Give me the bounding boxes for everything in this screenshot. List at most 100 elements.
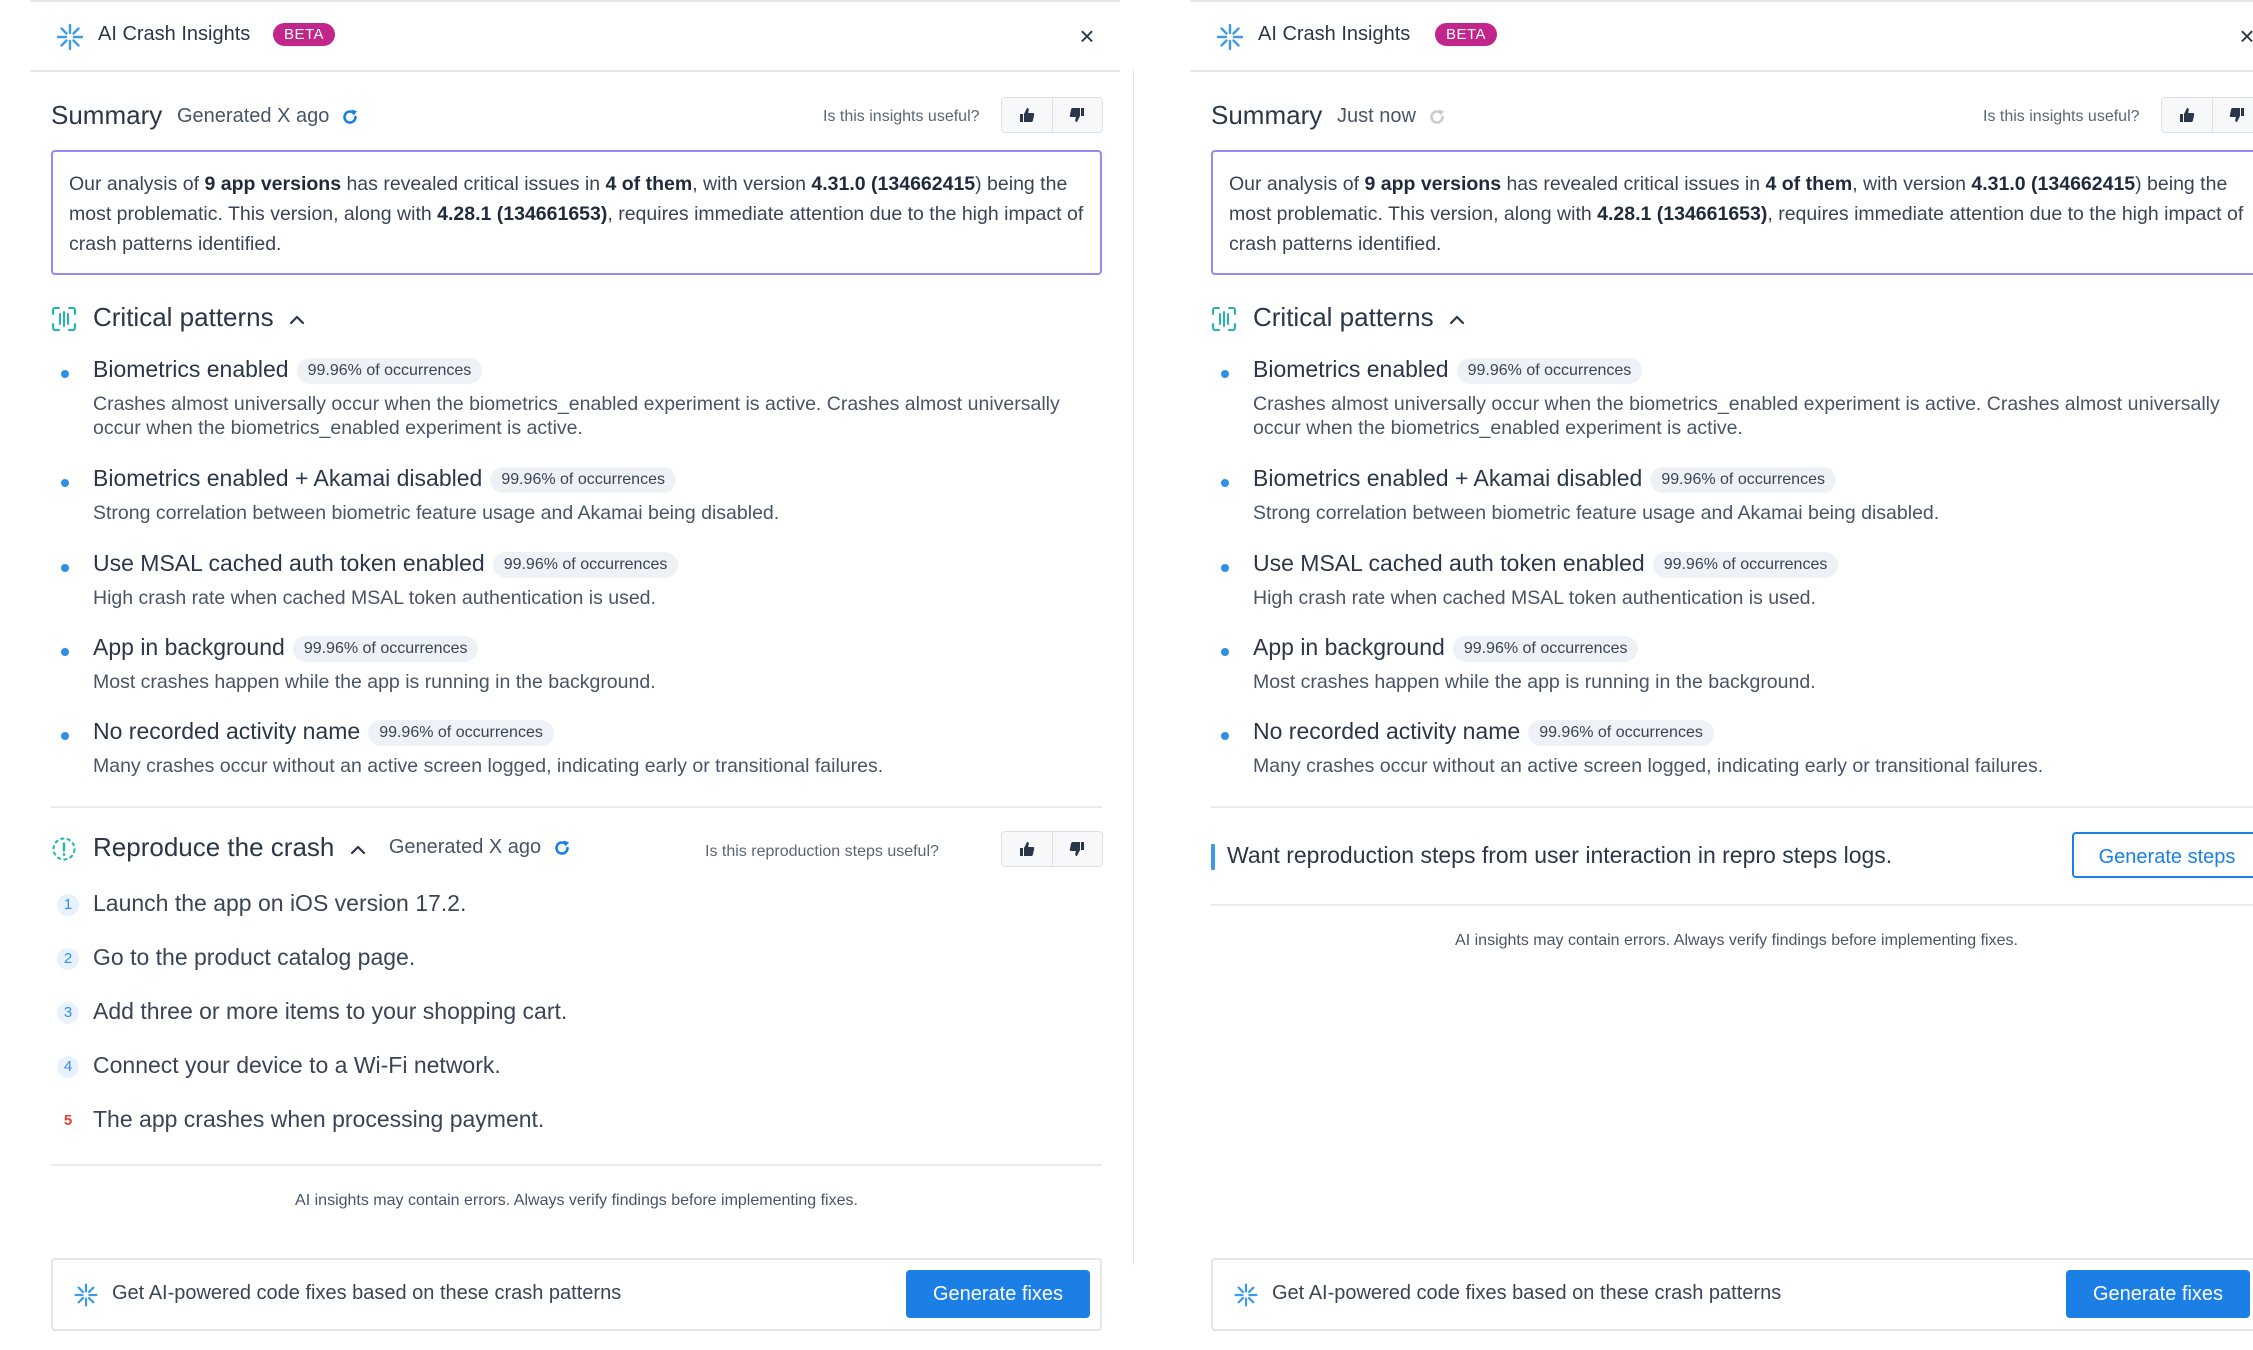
step-text: Go to the product catalog page. xyxy=(93,944,416,970)
thumbs-up-button[interactable] xyxy=(1002,98,1052,132)
pattern-item: App in background 99.96% of occurrences M… xyxy=(1211,634,2240,694)
step-number: 3 xyxy=(57,1002,79,1024)
pattern-item: No recorded activity name 99.96% of occur… xyxy=(1211,718,2240,778)
repro-useful-question: Is this reproduction steps useful? xyxy=(705,843,939,860)
chevron-up-icon xyxy=(1449,315,1464,325)
bullet-dot xyxy=(61,370,69,378)
pattern-description: Most crashes happen while the app is run… xyxy=(1253,671,1816,693)
pattern-description: Many crashes occur without an active scr… xyxy=(1253,755,2044,777)
pattern-description: Many crashes occur without an active scr… xyxy=(93,755,884,777)
refresh-icon[interactable] xyxy=(553,839,571,857)
insights-panel-right: AI Crash Insights BETA × Summary Just no… xyxy=(1190,0,2253,1350)
summary-text: has revealed critical issues in xyxy=(1501,173,1766,195)
occurrence-pill: 99.96% of occurrences xyxy=(1650,467,1836,493)
refresh-icon[interactable] xyxy=(341,108,359,126)
thumbs-up-icon xyxy=(1019,842,1034,856)
pattern-title: Biometrics enabled + Akamai disabled 99.9… xyxy=(1253,465,1836,493)
close-button[interactable]: × xyxy=(2232,21,2253,51)
code-fix-text: Get AI-powered code fixes based on these… xyxy=(112,1282,622,1304)
step-text: Add three or more items to your shopping… xyxy=(93,998,568,1024)
pattern-item: Biometrics enabled 99.96% of occurrences … xyxy=(1211,356,2240,446)
pattern-item: Biometrics enabled + Akamai disabled 99.9… xyxy=(1211,465,2240,525)
bullet-dot xyxy=(61,648,69,656)
ai-disclaimer: AI insights may contain errors. Always v… xyxy=(295,1192,858,1209)
section-divider xyxy=(51,806,1102,808)
pattern-description: High crash rate when cached MSAL token a… xyxy=(1253,587,1816,609)
thumbs-down-button[interactable] xyxy=(2211,98,2253,132)
occurrence-pill: 99.96% of occurrences xyxy=(368,720,554,746)
generate-steps-button[interactable]: Generate steps xyxy=(2072,832,2253,878)
bullet-dot xyxy=(1221,732,1229,740)
summary-text-box: Our analysis of 9 app versions has revea… xyxy=(51,150,1102,275)
pattern-description: Most crashes happen while the app is run… xyxy=(93,671,656,693)
summary-header: Summary Generated X ago Is this insights… xyxy=(51,97,1103,140)
insights-useful-question: Is this insights useful? xyxy=(1983,108,2140,125)
sparkle-icon xyxy=(74,1283,98,1307)
pattern-item: App in background 99.96% of occurrences M… xyxy=(51,634,1080,694)
want-steps-row: Want reproduction steps from user intera… xyxy=(1211,830,2253,882)
code-fix-text: Get AI-powered code fixes based on these… xyxy=(1272,1282,1782,1304)
beta-badge: BETA xyxy=(1435,23,1498,46)
critical-patterns-title: Critical patterns xyxy=(93,302,305,333)
step-text: The app crashes when processing payment. xyxy=(93,1106,545,1132)
bullet-dot xyxy=(1221,479,1229,487)
pattern-description: Crashes almost universally occur when th… xyxy=(1253,393,2220,439)
generate-fixes-button[interactable]: Generate fixes xyxy=(2066,1270,2250,1318)
panel-title: AI Crash Insights xyxy=(98,23,251,45)
close-button[interactable]: × xyxy=(1072,21,1102,51)
thumbs-up-button[interactable] xyxy=(2162,98,2212,132)
summary-text-bold: 4.28.1 (134661653) xyxy=(437,203,608,225)
accent-bar xyxy=(1211,844,1215,870)
thumbs-down-icon xyxy=(2230,108,2245,122)
insights-panel-left: AI Crash Insights BETA × Summary Generat… xyxy=(30,0,1120,1350)
pattern-title: No recorded activity name 99.96% of occur… xyxy=(1253,718,1714,746)
summary-text: has revealed critical issues in xyxy=(341,173,606,195)
summary-generated: Just now xyxy=(1337,105,1446,128)
section-divider xyxy=(1211,904,2253,906)
thumbs-up-icon xyxy=(1019,108,1034,122)
refresh-icon xyxy=(1429,109,1444,124)
repro-generated: Generated X ago xyxy=(389,836,571,858)
thumbs-up-button[interactable] xyxy=(1002,832,1052,866)
pattern-item: Biometrics enabled 99.96% of occurrences … xyxy=(51,356,1080,446)
info-alert-icon xyxy=(52,837,76,861)
pattern-item: Use MSAL cached auth token enabled 99.96%… xyxy=(1211,550,2240,610)
sparkle-logo-icon xyxy=(56,23,84,51)
step-number: 5 xyxy=(63,1112,73,1129)
summary-text-bold: 4 of them xyxy=(605,173,693,195)
pattern-title: Biometrics enabled 99.96% of occurrences xyxy=(1253,356,1643,384)
summary-title: Summary xyxy=(1211,100,1323,130)
generate-fixes-button[interactable]: Generate fixes xyxy=(906,1270,1090,1318)
thumbs-down-button[interactable] xyxy=(1051,98,1103,132)
summary-text-bold: 4.31.0 (134662415 xyxy=(1971,173,2136,195)
panel-header: AI Crash Insights BETA × xyxy=(30,2,1120,72)
thumbs-down-icon xyxy=(1070,108,1085,122)
pattern-description: High crash rate when cached MSAL token a… xyxy=(93,587,656,609)
step-number: 1 xyxy=(57,894,79,916)
step-number: 2 xyxy=(57,948,79,970)
section-divider xyxy=(51,1164,1102,1166)
sparkle-logo-icon xyxy=(1216,23,1244,51)
occurrence-pill: 99.96% of occurrences xyxy=(296,358,483,384)
thumbs-down-button[interactable] xyxy=(1051,832,1103,866)
summary-text-bold: 4 of them xyxy=(1765,173,1853,195)
panel-title: AI Crash Insights xyxy=(1258,23,1411,45)
bullet-dot xyxy=(61,564,69,572)
bullet-dot xyxy=(61,479,69,487)
code-fix-bar: Get AI-powered code fixes based on these… xyxy=(51,1258,1102,1331)
summary-header: Summary Just now Is this insights useful… xyxy=(1211,97,2253,140)
summary-title: Summary xyxy=(51,100,163,130)
summary-text-bold: 9 app versions xyxy=(204,173,342,195)
pattern-scan-icon xyxy=(52,307,76,331)
insights-useful-question: Is this insights useful? xyxy=(823,108,980,125)
pattern-title: Biometrics enabled 99.96% of occurrences xyxy=(93,356,483,384)
reproduce-crash-header[interactable]: Reproduce the crash Generated X ago xyxy=(51,830,1102,870)
step-text: Connect your device to a Wi-Fi network. xyxy=(93,1052,501,1078)
summary-text: , with version xyxy=(692,173,812,195)
critical-patterns-title: Critical patterns xyxy=(1253,302,1465,333)
section-divider xyxy=(1211,806,2253,808)
occurrence-pill: 99.96% of occurrences xyxy=(1452,636,1639,662)
occurrence-pill: 99.96% of occurrences xyxy=(1456,358,1643,384)
summary-generated-text: Generated X ago xyxy=(177,105,330,127)
summary-text: Our analysis of xyxy=(1229,173,1365,195)
